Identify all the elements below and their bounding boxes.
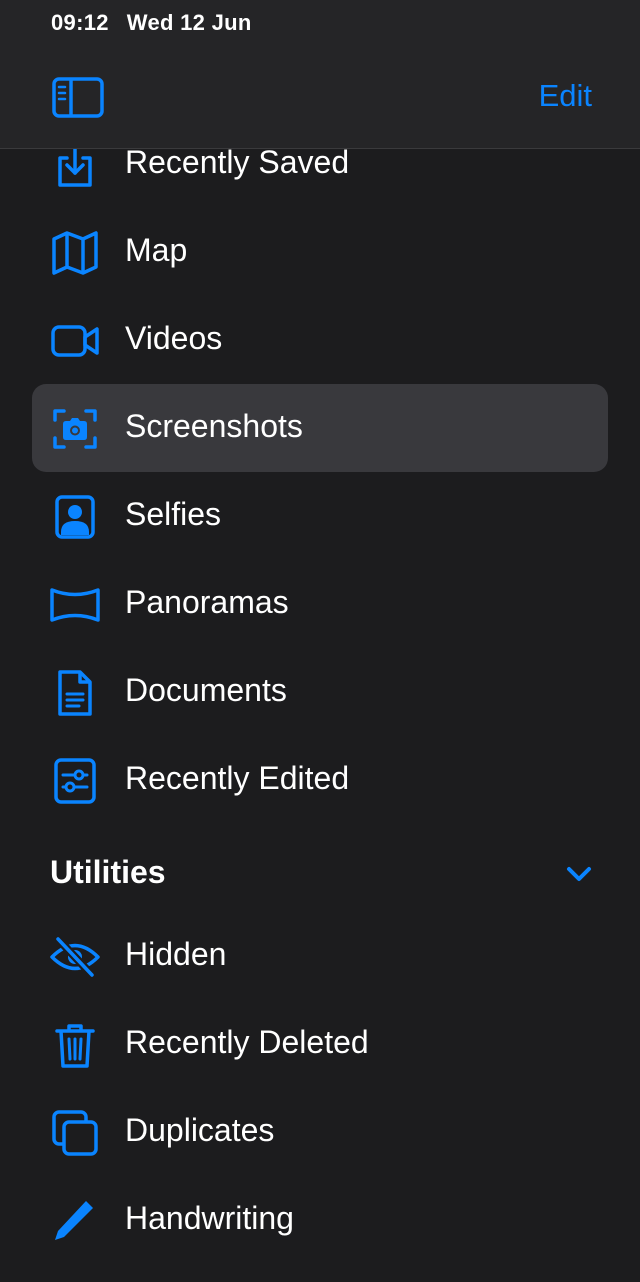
map-icon	[50, 230, 100, 276]
sidebar-item-label: Hidden	[125, 936, 227, 972]
sidebar-item-documents[interactable]: Documents	[32, 648, 608, 736]
document-icon	[50, 670, 100, 716]
screenshot-camera-icon	[50, 406, 100, 452]
sidebar-item-screenshots[interactable]: Screenshots	[32, 384, 608, 472]
sidebar-item-label: Duplicates	[125, 1112, 275, 1148]
sidebar-item-label: Recently Edited	[125, 760, 350, 796]
chevron-down-icon[interactable]	[565, 864, 593, 884]
sidebar-item-label: Recently Deleted	[125, 1024, 369, 1060]
sidebar-item-videos[interactable]: Videos	[32, 296, 608, 384]
pencil-icon	[50, 1198, 100, 1244]
sidebar-item-recently-deleted[interactable]: Recently Deleted	[32, 1000, 608, 1088]
sidebar-toggle-icon[interactable]	[52, 77, 106, 119]
edit-button[interactable]: Edit	[539, 78, 592, 114]
duplicate-squares-icon	[50, 1110, 100, 1156]
sidebar-item-label: Selfies	[125, 496, 222, 532]
sidebar-item-label: Screenshots	[125, 408, 303, 444]
sidebar-item-label: Recently Saved	[125, 144, 350, 180]
sidebar-item-selfies[interactable]: Selfies	[32, 472, 608, 560]
selfie-person-icon	[50, 494, 100, 540]
sliders-icon	[50, 758, 100, 804]
sidebar-item-label: Panoramas	[125, 584, 289, 620]
navigation-bar: 09:12 Wed 12 Jun Edit	[0, 0, 640, 149]
sidebar-item-handwriting[interactable]: Handwriting	[32, 1176, 608, 1264]
video-camera-icon	[50, 318, 100, 364]
eye-slash-icon	[50, 934, 100, 980]
sidebar-item-label: Map	[125, 232, 188, 268]
sidebar-item-map[interactable]: Map	[32, 208, 608, 296]
sidebar-item-duplicates[interactable]: Duplicates	[32, 1088, 608, 1176]
sidebar-item-label: Documents	[125, 672, 287, 708]
section-title: Utilities	[50, 854, 166, 890]
status-time: 09:12	[51, 10, 109, 35]
sidebar-item-panoramas[interactable]: Panoramas	[32, 560, 608, 648]
utilities-section-header[interactable]: Utilities	[0, 828, 640, 908]
sidebar-item-label: Handwriting	[125, 1200, 294, 1236]
status-bar: 09:12 Wed 12 Jun	[51, 10, 252, 36]
status-date: Wed 12 Jun	[126, 10, 252, 35]
sidebar-item-recently-edited[interactable]: Recently Edited	[32, 736, 608, 824]
panorama-icon	[50, 582, 100, 628]
sidebar-item-hidden[interactable]: Hidden	[32, 912, 608, 1000]
sidebar-item-label: Videos	[125, 320, 223, 356]
trash-icon	[50, 1022, 100, 1068]
sidebar-list: Recently Saved Map Videos Screenshots Se…	[0, 0, 640, 1282]
